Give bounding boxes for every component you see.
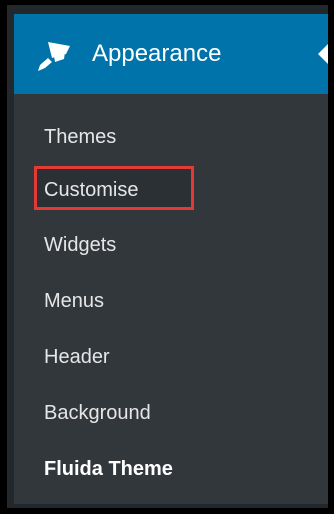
submenu-item-themes[interactable]: Themes <box>44 123 116 151</box>
submenu-item-menus[interactable]: Menus <box>44 287 104 315</box>
submenu-item-customise[interactable]: Customise <box>44 176 138 204</box>
submenu-item-widgets[interactable]: Widgets <box>44 231 116 259</box>
submenu-item-fluida-theme[interactable]: Fluida Theme <box>44 455 173 483</box>
paintbrush-icon <box>34 36 74 72</box>
appearance-menu-title: Appearance <box>92 40 222 67</box>
submenu-item-background[interactable]: Background <box>44 399 151 427</box>
appearance-menu-header[interactable]: Appearance <box>14 14 328 94</box>
current-menu-arrow-icon <box>318 44 328 64</box>
screenshot-frame: Appearance Themes Customise Widgets Menu… <box>0 0 334 514</box>
submenu-item-header[interactable]: Header <box>44 343 110 371</box>
appearance-submenu: Themes Customise Widgets Menus Header Ba… <box>14 94 328 504</box>
